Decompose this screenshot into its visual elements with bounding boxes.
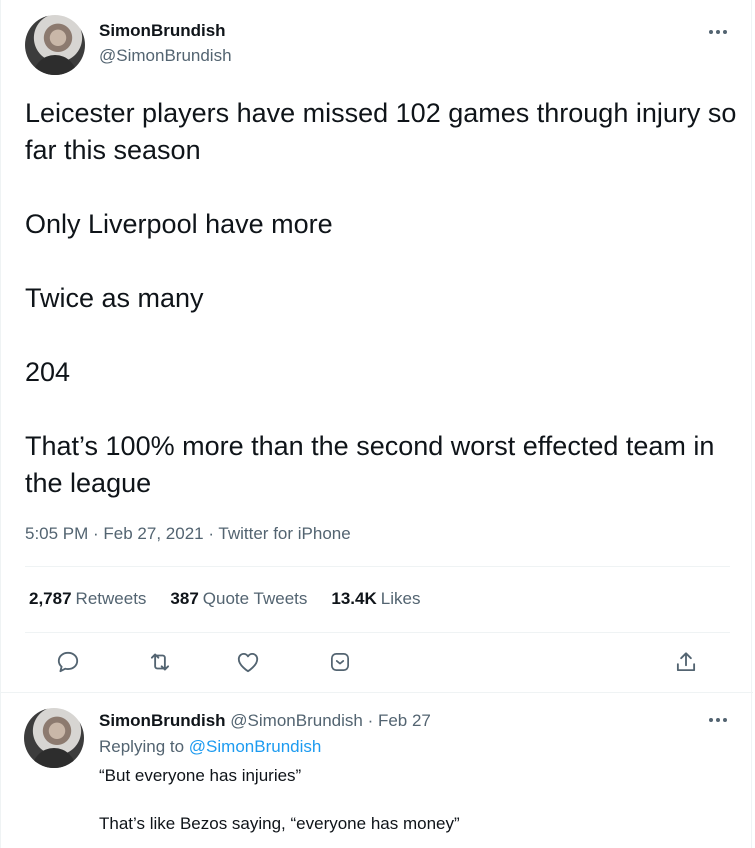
quotes-stat[interactable]: 387 Quote Tweets — [170, 589, 307, 609]
divider — [25, 566, 730, 567]
tweet-actions — [25, 646, 730, 678]
retweets-stat[interactable]: 2,787 Retweets — [29, 589, 146, 609]
tweet-thread: SimonBrundish @SimonBrundish Leicester p… — [0, 0, 753, 848]
quotes-label: Quote Tweets — [202, 589, 308, 608]
section-divider — [1, 692, 753, 693]
reply-icon — [57, 651, 79, 673]
bookmark-button[interactable] — [324, 646, 356, 678]
reply-author-name[interactable]: SimonBrundish — [99, 711, 226, 730]
reply-button[interactable] — [52, 646, 84, 678]
like-button[interactable] — [232, 646, 264, 678]
quotes-count: 387 — [170, 589, 199, 608]
share-button[interactable] — [670, 646, 702, 678]
reply-text-line: That’s like Bezos saying, “everyone has … — [99, 814, 460, 833]
more-icon[interactable] — [708, 28, 730, 36]
replying-to-label: Replying to — [99, 737, 185, 756]
retweets-label: Retweets — [75, 589, 147, 608]
tweet-text: Leicester players have missed 102 games … — [25, 95, 737, 502]
share-icon — [676, 652, 696, 672]
divider — [25, 632, 730, 633]
bookmark-icon — [331, 653, 349, 671]
retweet-icon — [150, 653, 170, 671]
avatar[interactable] — [24, 708, 84, 768]
likes-label: Likes — [380, 589, 421, 608]
reply-date[interactable]: · Feb 27 — [368, 711, 431, 730]
likes-count: 13.4K — [331, 589, 377, 608]
replying-to-handle[interactable]: @SimonBrundish — [189, 737, 322, 756]
tweet-line: Twice as many — [25, 283, 204, 313]
more-icon[interactable] — [708, 716, 730, 724]
retweet-button[interactable] — [144, 646, 176, 678]
tweet-stats: 2,787 Retweets 387 Quote Tweets 13.4K Likes — [29, 589, 420, 609]
retweets-count: 2,787 — [29, 589, 72, 608]
author-name[interactable]: SimonBrundish — [99, 21, 226, 41]
tweet-timestamp[interactable]: 5:05 PM · Feb 27, 2021 · Twitter for iPh… — [25, 524, 351, 544]
replying-to: Replying to @SimonBrundish — [99, 737, 321, 757]
avatar[interactable] — [25, 15, 85, 75]
tweet-line: Only Liverpool have more — [25, 209, 333, 239]
author-handle[interactable]: @SimonBrundish — [99, 46, 232, 66]
reply-author-handle[interactable]: @SimonBrundish — [230, 711, 363, 730]
tweet-line: Leicester players have missed 102 games … — [25, 98, 737, 165]
reply-header: SimonBrundish @SimonBrundish · Feb 27 — [99, 711, 431, 731]
tweet-line: 204 — [25, 357, 71, 387]
like-icon — [237, 652, 259, 673]
reply-text-line: “But everyone has injuries” — [99, 766, 302, 785]
tweet-line: That’s 100% more than the second worst e… — [25, 431, 715, 498]
likes-stat[interactable]: 13.4K Likes — [331, 589, 420, 609]
